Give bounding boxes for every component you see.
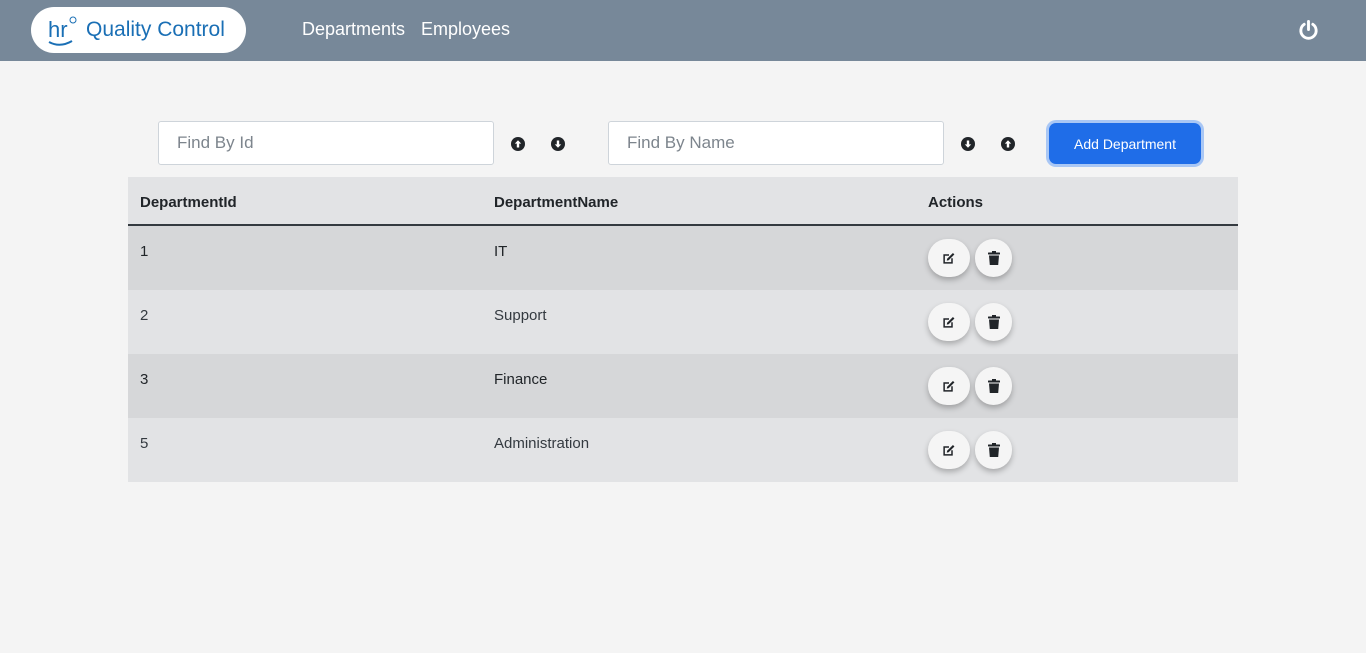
- edit-button[interactable]: [928, 367, 970, 405]
- table-header: DepartmentId DepartmentName Actions: [128, 177, 1238, 226]
- department-name-cell: Finance: [494, 371, 548, 388]
- trash-icon: [987, 379, 1000, 393]
- edit-button[interactable]: [928, 431, 970, 469]
- edit-button[interactable]: [928, 239, 970, 277]
- find-by-id-input[interactable]: [158, 121, 494, 165]
- edit-icon: [943, 316, 955, 328]
- edit-icon: [943, 444, 955, 456]
- nav-employees[interactable]: Employees: [421, 19, 510, 40]
- column-header-department-id[interactable]: DepartmentId: [140, 194, 237, 211]
- sort-id-ascending-icon[interactable]: [511, 137, 525, 151]
- department-id-cell: 2: [140, 307, 149, 324]
- department-id-cell: 5: [140, 435, 149, 452]
- svg-text:hr: hr: [48, 17, 68, 42]
- trash-icon: [987, 315, 1000, 329]
- brand-title: Quality Control: [86, 18, 225, 41]
- top-navbar: hr Quality Control Departments Employees: [0, 0, 1366, 61]
- delete-button[interactable]: [975, 431, 1012, 469]
- departments-table: DepartmentId DepartmentName Actions 1 IT…: [128, 177, 1238, 482]
- sort-name-descending-icon[interactable]: [961, 137, 975, 151]
- hr-logo-icon: hr: [48, 16, 77, 46]
- table-row: 1 IT: [128, 226, 1238, 290]
- department-id-cell: 3: [140, 371, 149, 388]
- column-header-actions: Actions: [928, 194, 984, 211]
- brand-pill[interactable]: hr Quality Control: [31, 7, 246, 53]
- department-name-cell: IT: [494, 243, 508, 260]
- delete-button[interactable]: [975, 303, 1012, 341]
- column-header-department-name[interactable]: DepartmentName: [494, 194, 618, 211]
- department-id-cell: 1: [140, 243, 149, 260]
- table-row: 2 Support: [128, 290, 1238, 354]
- department-name-cell: Administration: [494, 435, 590, 452]
- delete-button[interactable]: [975, 239, 1012, 277]
- nav-departments[interactable]: Departments: [302, 19, 405, 40]
- find-by-name-input[interactable]: [608, 121, 944, 165]
- edit-icon: [943, 380, 955, 392]
- add-department-button[interactable]: Add Department: [1049, 123, 1201, 164]
- sort-name-ascending-icon[interactable]: [1001, 137, 1015, 151]
- edit-icon: [943, 252, 955, 264]
- delete-button[interactable]: [975, 367, 1012, 405]
- department-name-cell: Support: [494, 307, 547, 324]
- table-row: 3 Finance: [128, 354, 1238, 418]
- power-icon[interactable]: [1297, 19, 1320, 42]
- trash-icon: [987, 443, 1000, 457]
- edit-button[interactable]: [928, 303, 970, 341]
- sort-id-descending-icon[interactable]: [551, 137, 565, 151]
- table-row: 5 Administration: [128, 418, 1238, 482]
- trash-icon: [987, 251, 1000, 265]
